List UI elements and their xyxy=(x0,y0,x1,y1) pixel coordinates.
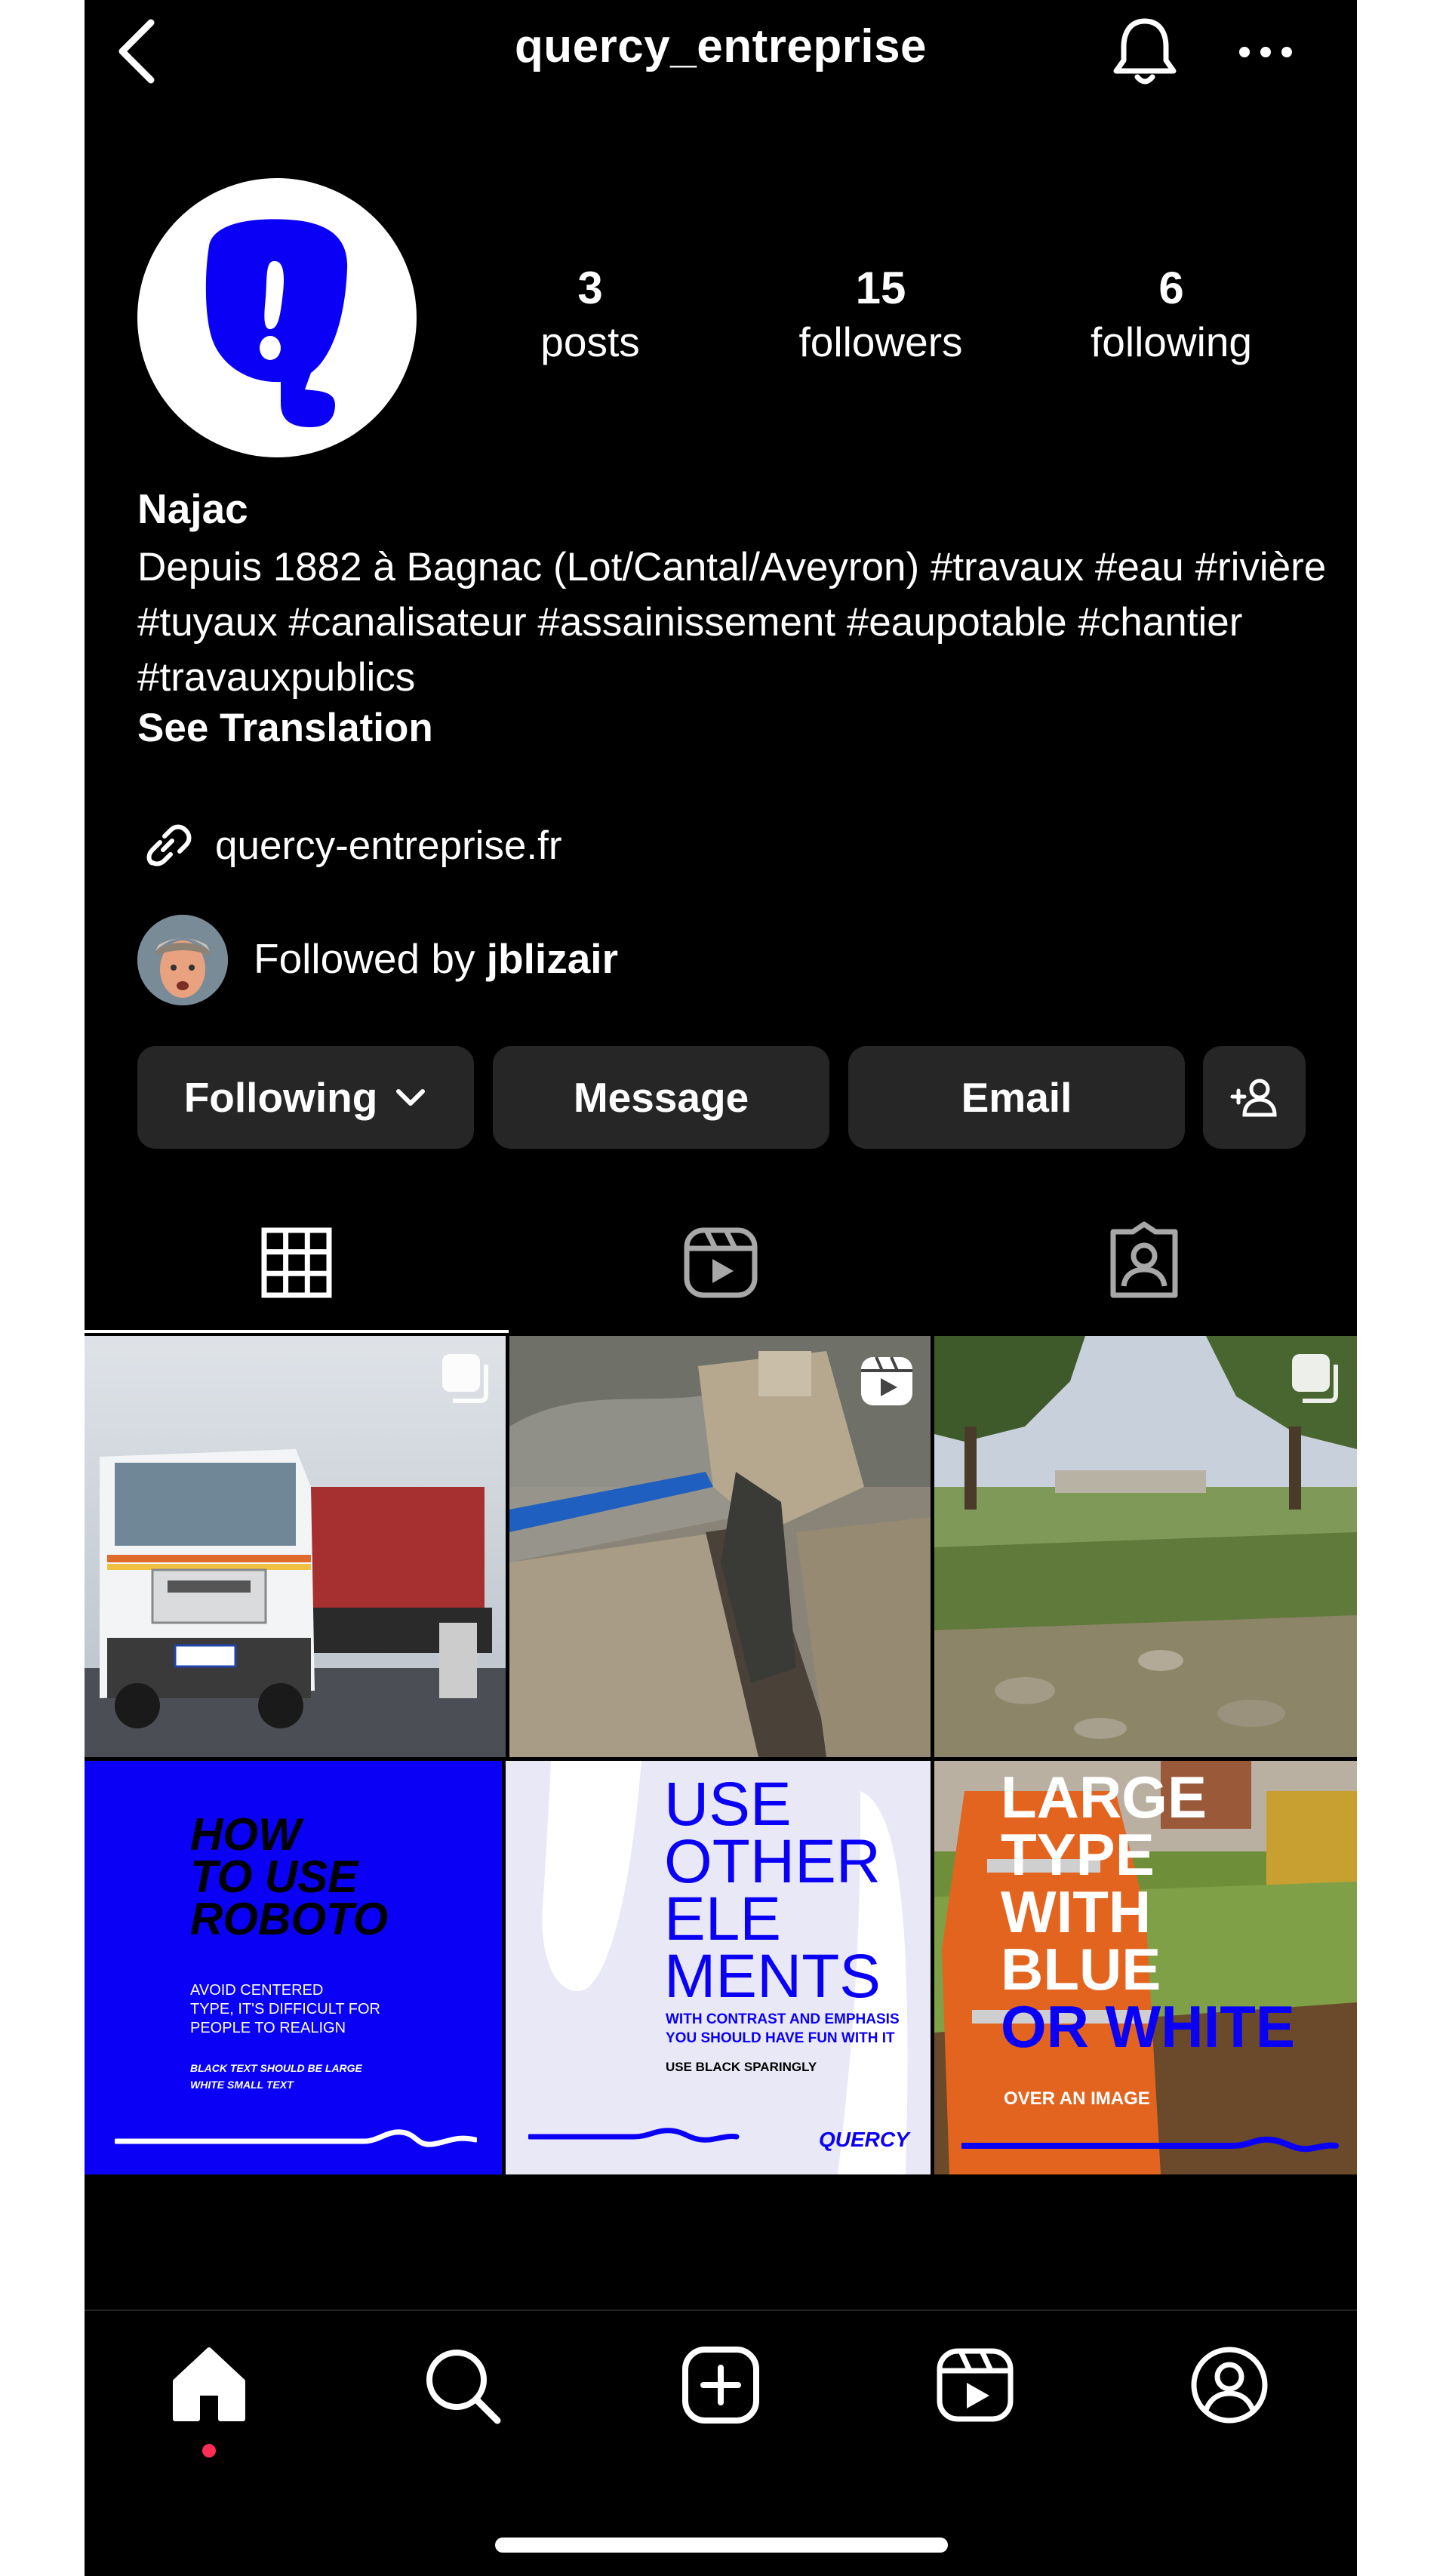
poster-title: USE OTHER ELE MENTS xyxy=(664,1770,881,2011)
poster-title-line: LARGE xyxy=(1001,1764,1207,1830)
poster-subtitle-line: AVOID CENTERED xyxy=(190,1982,324,1999)
website-link[interactable]: quercy-entreprise.fr xyxy=(215,823,562,869)
bottom-nav-divider xyxy=(85,2310,1357,2311)
posts-count: 3 xyxy=(577,263,603,313)
poster-note: OVER AN IMAGE xyxy=(1004,2088,1150,2109)
poster-note: BLACK TEXT SHOULD BE LARGE WHITE SMALL T… xyxy=(190,2060,362,2093)
post-thumbnail[interactable] xyxy=(934,1336,1357,1757)
wave-line xyxy=(115,2129,477,2147)
add-user-icon xyxy=(1230,1079,1277,1117)
wave-line xyxy=(528,2128,740,2143)
wave-line xyxy=(961,2136,1339,2153)
poster-note-line: WHITE SMALL TEXT xyxy=(190,2079,294,2091)
stat-followers[interactable]: 15 followers xyxy=(768,261,994,368)
poster-note: USE BLACK SPARINGLY xyxy=(666,2060,817,2074)
poster-title-line: USE xyxy=(664,1770,792,1839)
poster-subtitle: WITH CONTRAST AND EMPHASIS YOU SHOULD HA… xyxy=(666,2010,900,2048)
following-button[interactable]: Following xyxy=(137,1046,474,1149)
post-thumbnail[interactable] xyxy=(509,1336,931,1757)
following-label: following xyxy=(1090,319,1252,365)
poster-subtitle: AVOID CENTERED TYPE, IT'S DIFFICULT FOR … xyxy=(190,1981,380,2038)
grid-icon[interactable] xyxy=(255,1221,338,1304)
post-thumbnail[interactable]: USE OTHER ELE MENTS WITH CONTRAST AND EM… xyxy=(506,1761,931,2174)
poster-title-line: TYPE xyxy=(1001,1821,1155,1888)
poster-subtitle-line: WITH CONTRAST AND EMPHASIS xyxy=(666,2011,900,2027)
poster-title-line: MENTS xyxy=(664,1942,881,2011)
poster-title-line: WITH xyxy=(1001,1879,1152,1945)
bell-icon[interactable] xyxy=(1107,14,1183,89)
poster-title: LARGE TYPE WITH BLUE OR WHITE xyxy=(1001,1764,1295,2060)
poster-title-line-blue: OR WHITE xyxy=(1001,1993,1295,2060)
tagged-icon[interactable] xyxy=(1103,1221,1186,1304)
active-tab-indicator xyxy=(85,1330,509,1333)
poster-title: HOW TO USE ROBOTO xyxy=(190,1809,389,1944)
post-thumbnail[interactable]: HOW TO USE ROBOTO AVOID CENTERED TYPE, I… xyxy=(85,1761,502,2174)
chevron-down-icon xyxy=(396,1089,426,1106)
more-options-icon[interactable] xyxy=(1232,26,1300,78)
poster-subtitle-line: YOU SHOULD HAVE FUN WITH IT xyxy=(666,2030,895,2046)
posts-label: posts xyxy=(540,319,640,365)
stat-following[interactable]: 6 following xyxy=(1058,261,1284,368)
post-thumbnail[interactable]: LARGE TYPE WITH BLUE OR WHITE OVER AN IM… xyxy=(934,1761,1357,2174)
home-icon[interactable] xyxy=(168,2344,251,2427)
followed-by-text: Followed by jblizair xyxy=(254,934,618,983)
message-button[interactable]: Message xyxy=(493,1046,829,1149)
profile-icon[interactable] xyxy=(1188,2344,1271,2427)
followers-count: 15 xyxy=(855,263,906,313)
poster-brand: QUERCY xyxy=(819,2128,909,2151)
home-indicator[interactable] xyxy=(495,2538,948,2553)
following-count: 6 xyxy=(1158,263,1184,313)
poster-title-line: TO USE xyxy=(190,1851,358,1902)
poster-title-line: ELE xyxy=(664,1885,781,1953)
stat-posts[interactable]: 3 posts xyxy=(477,261,703,368)
profile-screen: quercy_entreprise 3 posts 15 followers 6… xyxy=(85,0,1357,2576)
post-thumbnail[interactable] xyxy=(85,1336,506,1757)
reels-tab-icon[interactable] xyxy=(679,1221,762,1304)
followed-by-username[interactable]: jblizair xyxy=(487,935,618,982)
bio-text: Depuis 1882 à Bagnac (Lot/Cantal/Aveyron… xyxy=(137,545,1327,700)
reel-badge-icon xyxy=(861,1356,912,1405)
poster-title-line: BLUE xyxy=(1001,1936,1161,2002)
followers-label: followers xyxy=(798,319,963,365)
notification-dot xyxy=(202,2444,216,2458)
email-button[interactable]: Email xyxy=(848,1046,1185,1149)
poster-title-line: OTHER xyxy=(664,1827,881,1896)
link-icon xyxy=(137,815,198,876)
carousel-icon xyxy=(1292,1354,1338,1403)
follower-avatar[interactable] xyxy=(137,915,228,1005)
suggest-user-button[interactable] xyxy=(1203,1046,1306,1149)
email-button-label: Email xyxy=(961,1074,1072,1121)
search-icon[interactable] xyxy=(420,2344,503,2427)
poster-title-line: ROBOTO xyxy=(190,1894,389,1944)
poster-title-line: HOW xyxy=(190,1809,301,1860)
message-button-label: Message xyxy=(573,1074,749,1121)
poster-subtitle-line: PEOPLE TO REALIGN xyxy=(190,2020,346,2036)
create-icon[interactable] xyxy=(679,2344,762,2427)
reels-icon[interactable] xyxy=(934,2344,1017,2427)
see-translation-link[interactable]: See Translation xyxy=(137,705,433,751)
poster-subtitle-line: TYPE, IT'S DIFFICULT FOR xyxy=(190,2001,380,2017)
profile-name: Najac xyxy=(137,485,248,532)
poster-note-line: BLACK TEXT SHOULD BE LARGE xyxy=(190,2062,362,2074)
profile-avatar[interactable] xyxy=(137,178,417,457)
following-button-label: Following xyxy=(183,1074,378,1121)
carousel-icon xyxy=(442,1354,488,1403)
followed-by-prefix: Followed by xyxy=(254,935,487,982)
